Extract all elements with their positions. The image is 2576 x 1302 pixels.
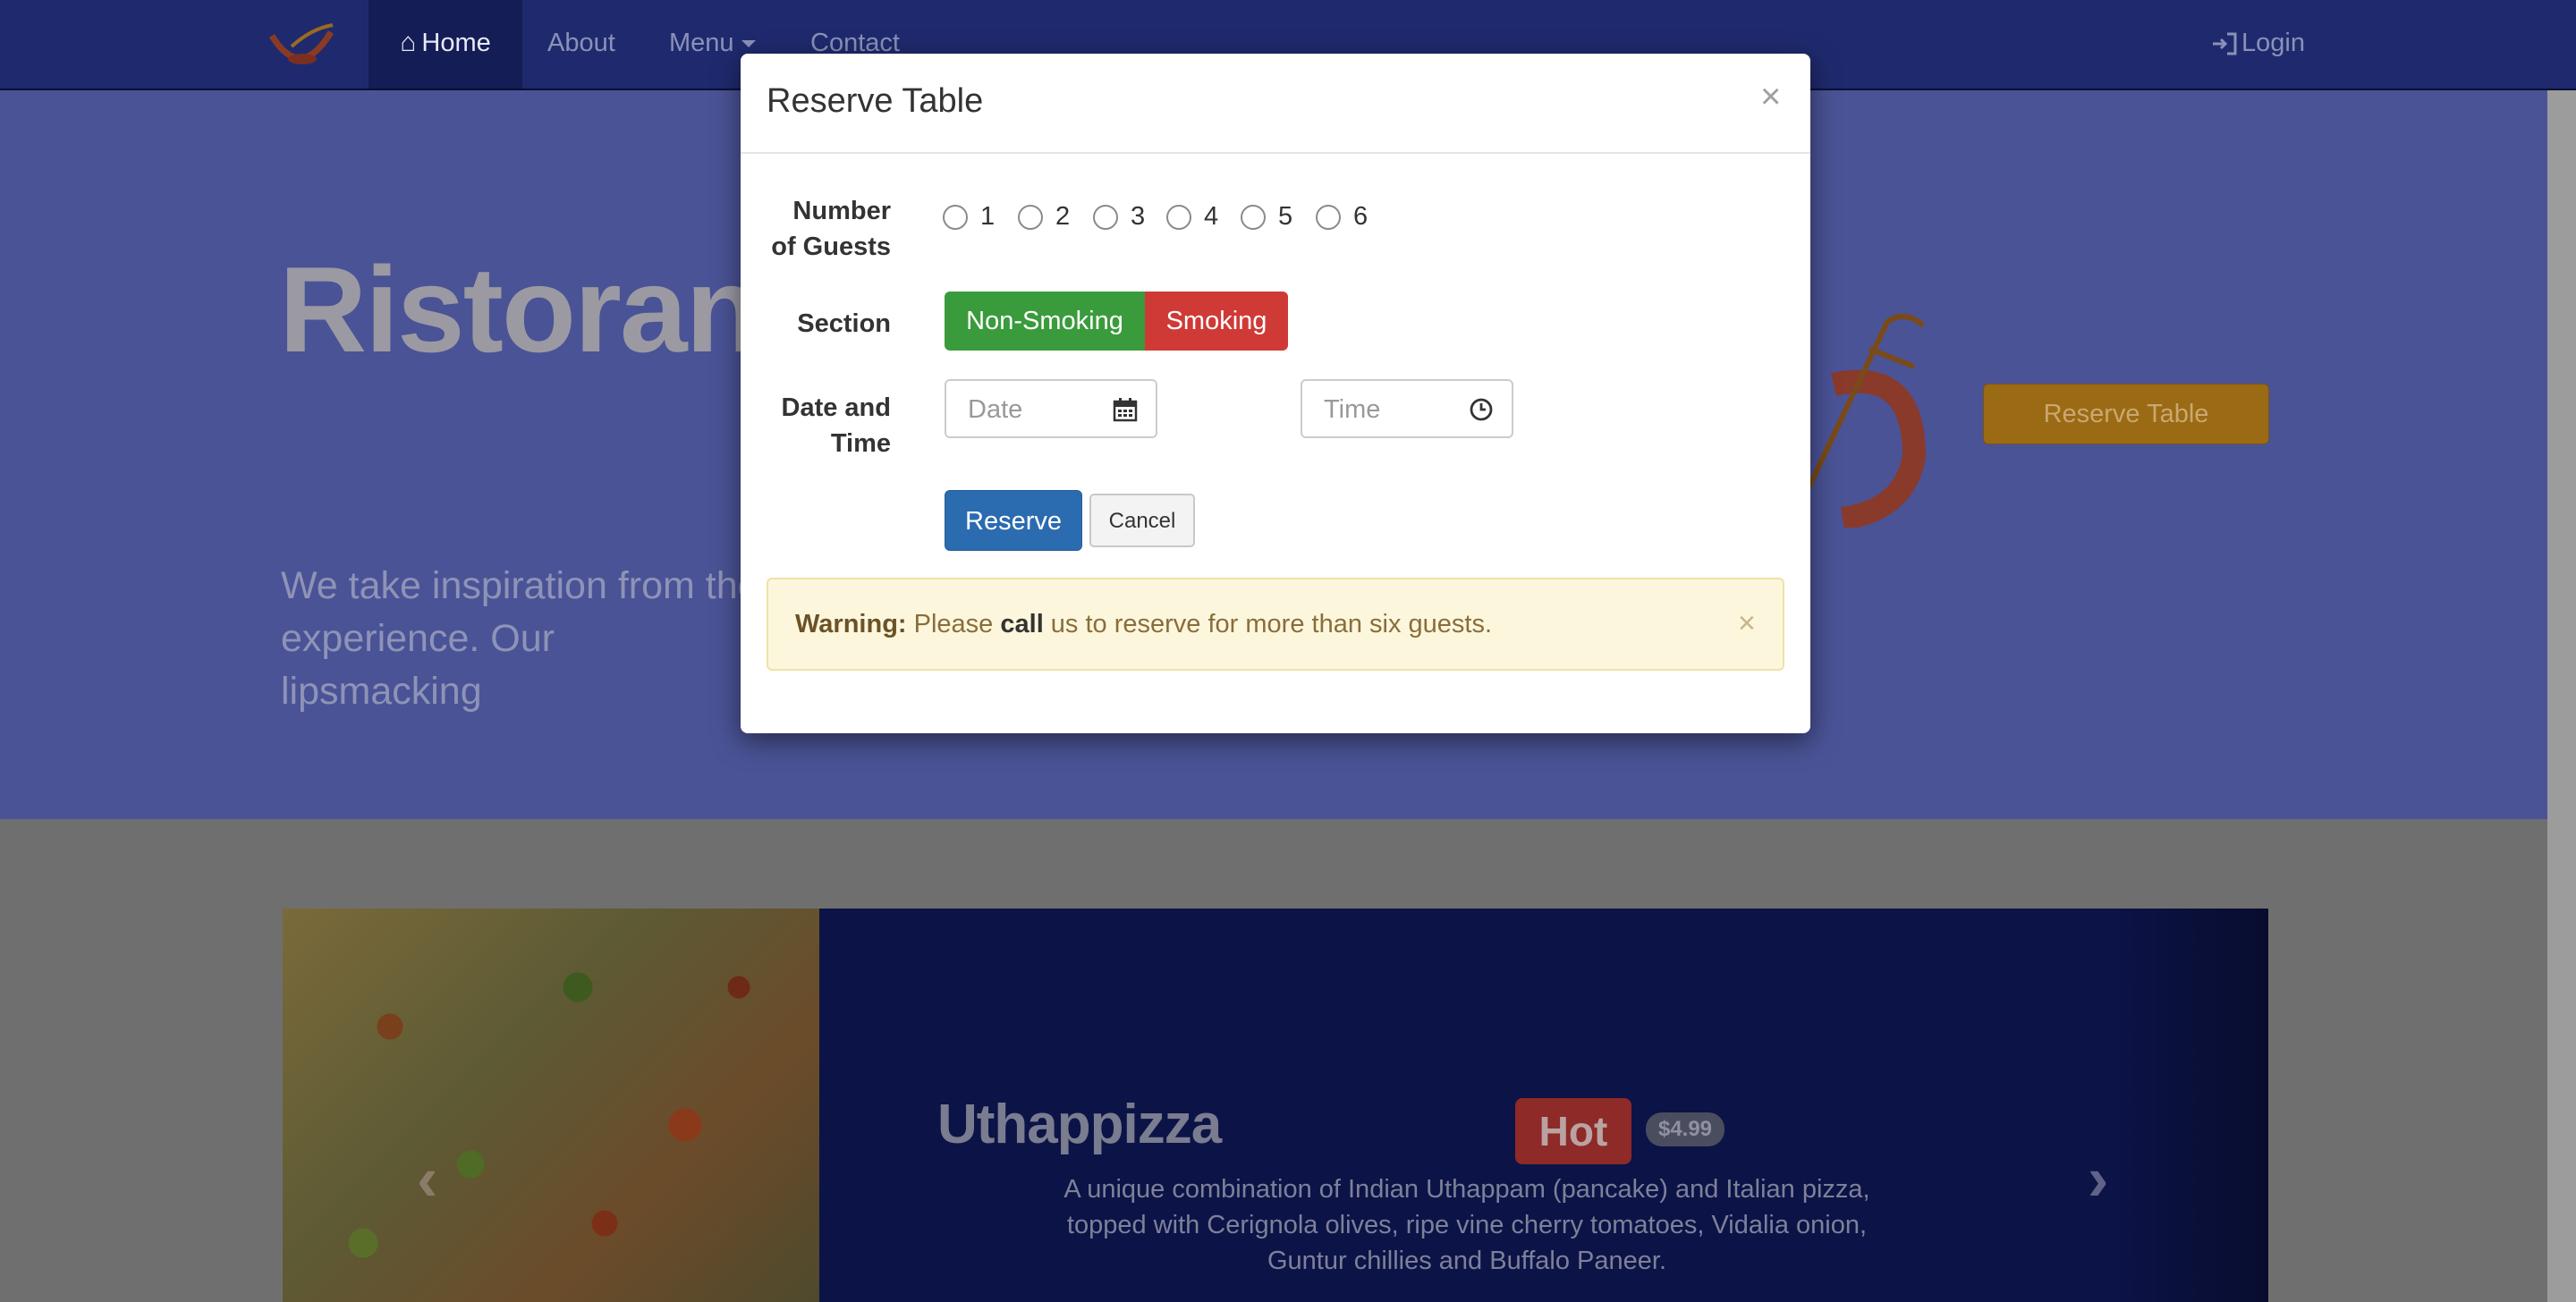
chevron-left-icon[interactable]: ‹ xyxy=(417,1143,437,1214)
chevron-right-icon[interactable]: › xyxy=(2088,1143,2108,1214)
dish-title: Uthappizza xyxy=(937,1094,1222,1155)
jumbotron-reserve-button[interactable]: Reserve Table xyxy=(1983,384,2269,444)
modal-header: Reserve Table × xyxy=(741,54,1810,154)
reserve-modal: Reserve Table × Number of Guests 1 2 3 4… xyxy=(741,54,1810,733)
jumbotron-title: Ristorant xyxy=(279,241,799,377)
guest-option-label: 5 xyxy=(1278,202,1293,231)
nav-about[interactable]: About xyxy=(547,0,615,89)
price-badge: $4.99 xyxy=(1646,1112,1724,1146)
alert-emphasis: call xyxy=(1000,610,1044,638)
reserve-button[interactable]: Reserve xyxy=(945,490,1082,551)
alert-part1: Please xyxy=(906,610,1001,638)
radio-circle[interactable] xyxy=(1166,205,1191,231)
alert-close-icon[interactable]: × xyxy=(1738,606,1756,641)
guest-option-label: 1 xyxy=(980,202,996,231)
dish-image xyxy=(283,909,819,1302)
guest-option-label: 3 xyxy=(1131,202,1146,231)
time-field[interactable] xyxy=(1301,379,1513,438)
guest-option-label: 4 xyxy=(1204,202,1219,231)
radio-circle[interactable] xyxy=(1316,205,1341,231)
home-icon: ⌂ xyxy=(400,28,417,57)
carousel-shade xyxy=(2107,909,2268,1302)
section-label: Section xyxy=(797,309,891,338)
scrollbar[interactable] xyxy=(2547,90,2576,1302)
guest-option-label: 6 xyxy=(1353,202,1368,231)
guests-label: Number of Guests xyxy=(771,197,891,261)
hot-badge: Hot xyxy=(1515,1098,1631,1164)
guest-radio-5[interactable]: 5 xyxy=(1241,200,1292,232)
jumbotron-text: We take inspiration from the experience.… xyxy=(281,564,759,713)
warning-alert: Warning: Please call us to reserve for m… xyxy=(767,578,1784,671)
clock-icon[interactable] xyxy=(1469,397,1494,422)
radio-circle[interactable] xyxy=(943,205,968,231)
caret-down-icon xyxy=(741,40,756,48)
alert-strong: Warning: xyxy=(795,610,907,638)
modal-title: Reserve Table xyxy=(767,82,984,120)
nav-login[interactable]: Login xyxy=(2211,0,2305,89)
nav-menu-label: Menu xyxy=(669,29,734,57)
guest-radio-1[interactable]: 1 xyxy=(943,200,995,232)
close-icon[interactable]: × xyxy=(1760,77,1781,117)
guest-radio-4[interactable]: 4 xyxy=(1166,200,1218,232)
datetime-label: Date and Time xyxy=(781,393,891,458)
non-smoking-button[interactable]: Non-Smoking xyxy=(945,292,1145,351)
date-input[interactable] xyxy=(968,393,1102,426)
nav-home-label: Home xyxy=(421,29,491,57)
dish-description: A unique combination of Indian Uthappam … xyxy=(1063,1175,1870,1275)
smoking-button[interactable]: Smoking xyxy=(1145,292,1288,351)
guest-radio-3[interactable]: 3 xyxy=(1093,200,1145,232)
date-field[interactable] xyxy=(945,379,1157,438)
guest-radio-2[interactable]: 2 xyxy=(1018,200,1070,232)
nav-login-label: Login xyxy=(2241,29,2305,57)
calendar-icon[interactable] xyxy=(1113,397,1138,422)
alert-text: Warning: Please call us to reserve for m… xyxy=(795,608,1492,640)
guest-radio-6[interactable]: 6 xyxy=(1316,200,1368,232)
alert-part2: us to reserve for more than six guests. xyxy=(1043,610,1493,638)
guest-option-label: 2 xyxy=(1055,202,1071,231)
radio-circle[interactable] xyxy=(1241,205,1266,231)
nav-home[interactable]: ⌂ Home xyxy=(369,0,522,89)
login-icon xyxy=(2213,32,2237,55)
radio-circle[interactable] xyxy=(1093,205,1118,231)
radio-circle[interactable] xyxy=(1018,205,1043,231)
brand-logo[interactable] xyxy=(265,20,338,75)
time-input[interactable] xyxy=(1324,393,1458,426)
cancel-button[interactable]: Cancel xyxy=(1089,494,1195,547)
